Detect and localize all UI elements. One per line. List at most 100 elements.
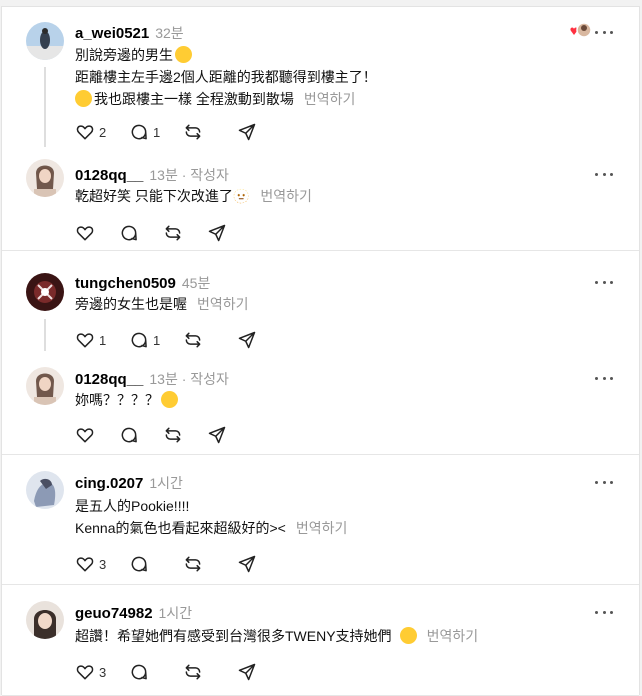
timestamp: 13분 · 작성자 <box>149 371 229 387</box>
heart-icon <box>76 557 94 572</box>
share-button[interactable] <box>207 425 251 445</box>
username[interactable]: tungchen0509 45분 <box>75 273 210 293</box>
post-text: 別說旁邊的男生 距離樓主左手邊2個人距離的我都聽得到樓主了！ 我也跟樓主一樣 全… <box>75 44 377 110</box>
avatar[interactable] <box>26 471 64 509</box>
reply-post: geuo74982 1시간 超讚！希望她們有感受到台灣很多TWENY支持她們 번역하… <box>2 585 639 696</box>
heart-eyes-emoji-icon <box>399 627 417 644</box>
like-count: 3 <box>99 556 107 572</box>
action-bar: 2 1 <box>75 121 291 143</box>
more-icon[interactable] <box>595 171 613 177</box>
avatar[interactable] <box>26 367 64 405</box>
like-button[interactable]: 2 <box>75 122 129 142</box>
send-icon <box>238 331 256 349</box>
username-text[interactable]: tungchen0509 <box>75 275 176 292</box>
reply-button[interactable]: 1 <box>129 122 183 142</box>
reply-button[interactable] <box>119 223 163 243</box>
liker-avatars[interactable] <box>567 21 593 41</box>
post-line: 乾超好笑 只能下次改進了🫥 <box>75 188 251 204</box>
heart-icon <box>76 333 94 348</box>
repost-button[interactable] <box>163 223 207 243</box>
more-icon[interactable] <box>595 479 613 485</box>
reply-post: tungchen0509 45분 旁邊的女生也是喔 번역하기 1 1 <box>2 251 639 351</box>
post-line: 距離樓主左手邊2個人距離的我都聽得到樓主了！ <box>75 69 377 85</box>
share-button[interactable] <box>237 330 291 350</box>
repost-button[interactable] <box>183 662 237 682</box>
username[interactable]: cing.0207 1시간 <box>75 473 183 493</box>
more-icon[interactable] <box>595 29 613 35</box>
repost-icon <box>165 225 181 241</box>
reply-button[interactable] <box>119 425 163 445</box>
username-text[interactable]: geuo74982 <box>75 605 153 622</box>
crying-emoji-icon <box>75 90 92 107</box>
avatar[interactable] <box>26 159 64 197</box>
repost-button[interactable] <box>183 554 237 574</box>
username[interactable]: 0128qq__ 13분 · 작성자 <box>75 369 229 389</box>
reply-button[interactable]: 1 <box>129 330 183 350</box>
post-text: 旁邊的女生也是喔 번역하기 <box>75 293 249 315</box>
translate-link[interactable]: 번역하기 <box>304 91 356 107</box>
avatar[interactable] <box>26 22 64 60</box>
translate-link[interactable]: 번역하기 <box>427 628 479 644</box>
timestamp: 1시간 <box>149 475 183 491</box>
repost-icon <box>185 556 201 572</box>
reply-count: 1 <box>153 332 161 348</box>
laughing-emoji-icon <box>175 46 192 63</box>
reply-button[interactable] <box>129 554 183 574</box>
repost-button[interactable] <box>163 425 207 445</box>
avatar[interactable] <box>26 273 64 311</box>
translate-link[interactable]: 번역하기 <box>197 296 249 312</box>
repost-icon <box>185 664 201 680</box>
heart-icon <box>76 125 94 140</box>
like-button[interactable]: 3 <box>75 554 129 574</box>
like-count: 3 <box>99 664 107 680</box>
username[interactable]: 0128qq__ 13분 · 작성자 <box>75 165 229 185</box>
send-icon <box>208 426 226 444</box>
comment-icon <box>131 556 147 572</box>
repost-icon <box>165 427 181 443</box>
username-text[interactable]: 0128qq__ <box>75 371 143 388</box>
more-icon[interactable] <box>595 279 613 285</box>
send-icon <box>208 224 226 242</box>
timestamp: 45분 <box>181 275 211 291</box>
repost-button[interactable] <box>183 330 237 350</box>
like-button[interactable]: 1 <box>75 330 129 350</box>
like-button[interactable] <box>75 223 119 243</box>
like-button[interactable] <box>75 425 119 445</box>
post-text: 妳嗎？？？？ <box>75 389 178 411</box>
action-bar <box>75 424 251 446</box>
share-button[interactable] <box>237 554 291 574</box>
action-bar: 3 <box>75 553 291 575</box>
action-bar <box>75 222 251 244</box>
thread-feed: a_wei0521 32분 別說旁邊的男生 距離樓主左手邊2個人距離的我都聽得到樓… <box>1 6 640 696</box>
reply-button[interactable] <box>129 662 183 682</box>
like-button[interactable]: 3 <box>75 662 129 682</box>
thread-group: tungchen0509 45분 旁邊的女生也是喔 번역하기 1 1 0128qq_… <box>2 251 639 455</box>
avatar[interactable] <box>26 601 64 639</box>
username-text[interactable]: cing.0207 <box>75 475 143 492</box>
timestamp: 32분 <box>155 25 184 41</box>
repost-icon <box>185 124 201 140</box>
post-text: 超讚！希望她們有感受到台灣很多TWENY支持她們 번역하기 <box>75 625 478 647</box>
repost-button[interactable] <box>183 122 237 142</box>
translate-link[interactable]: 번역하기 <box>296 520 348 536</box>
heart-icon <box>76 226 94 241</box>
translate-link[interactable]: 번역하기 <box>260 188 312 204</box>
username[interactable]: geuo74982 1시간 <box>75 603 192 623</box>
like-count: 2 <box>99 124 107 140</box>
heart-icon <box>76 428 94 443</box>
comment-icon <box>121 225 137 241</box>
share-button[interactable] <box>207 223 251 243</box>
username-text[interactable]: a_wei0521 <box>75 25 149 42</box>
reply-count: 1 <box>153 124 161 140</box>
comment-icon <box>131 124 147 140</box>
username-text[interactable]: 0128qq__ <box>75 167 143 184</box>
author-reply-post: 0128qq__ 13분 · 작성자 乾超好笑 只能下次改進了🫥 번역하기 <box>2 147 639 251</box>
more-icon[interactable] <box>595 609 613 615</box>
share-button[interactable] <box>237 122 291 142</box>
timestamp: 13분 · 작성자 <box>149 167 229 183</box>
more-icon[interactable] <box>595 375 613 381</box>
thread-group: cing.0207 1시간 是五人的Pookie!!!! Kenna的氣色也看起來… <box>2 455 639 585</box>
share-button[interactable] <box>237 662 291 682</box>
username[interactable]: a_wei0521 32분 <box>75 23 184 43</box>
thread-line <box>44 319 46 351</box>
